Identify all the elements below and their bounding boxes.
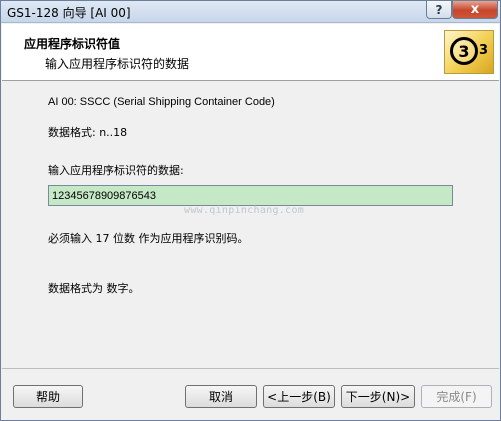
close-button[interactable]: x: [452, 1, 498, 19]
step-total: 3: [479, 43, 489, 58]
requirement-text: 必须输入 17 位数 作为应用程序识别码。: [48, 232, 249, 245]
format-type-text: 数据格式为 数字。: [48, 282, 140, 295]
header-subtitle: 输入应用程序标识符的数据: [45, 57, 190, 71]
watermark-text: www.qinpinchang.com: [184, 205, 305, 216]
question-icon: ?: [435, 2, 443, 17]
close-icon: x: [470, 2, 480, 17]
title-bar[interactable]: GS1-128 向导 [AI 00] ? x: [1, 1, 500, 23]
data-format-label: 数据格式: n..18: [48, 126, 128, 139]
ai-data-input[interactable]: [48, 185, 453, 206]
title-help-button[interactable]: ?: [426, 1, 452, 19]
header-title: 应用程序标识符值: [24, 37, 121, 51]
ai-description: AI 00: SSCC (Serial Shipping Container C…: [48, 96, 275, 108]
cancel-button[interactable]: 取消: [185, 385, 257, 408]
back-button[interactable]: <上一步(B): [263, 385, 335, 408]
footer-divider: [2, 368, 499, 369]
next-button[interactable]: 下一步(N)>: [341, 385, 415, 408]
finish-button[interactable]: 完成(F): [421, 385, 492, 408]
step-current: 3: [450, 37, 478, 65]
wizard-header: 应用程序标识符值 输入应用程序标识符的数据 3 3: [2, 24, 499, 81]
input-label: 输入应用程序标识符的数据:: [48, 164, 184, 177]
help-button[interactable]: 帮助: [13, 385, 83, 408]
window-title: GS1-128 向导 [AI 00]: [7, 6, 131, 20]
wizard-window: GS1-128 向导 [AI 00] ? x 应用程序标识符值 输入应用程序标识…: [0, 0, 501, 421]
step-badge-icon: 3 3: [444, 30, 494, 74]
